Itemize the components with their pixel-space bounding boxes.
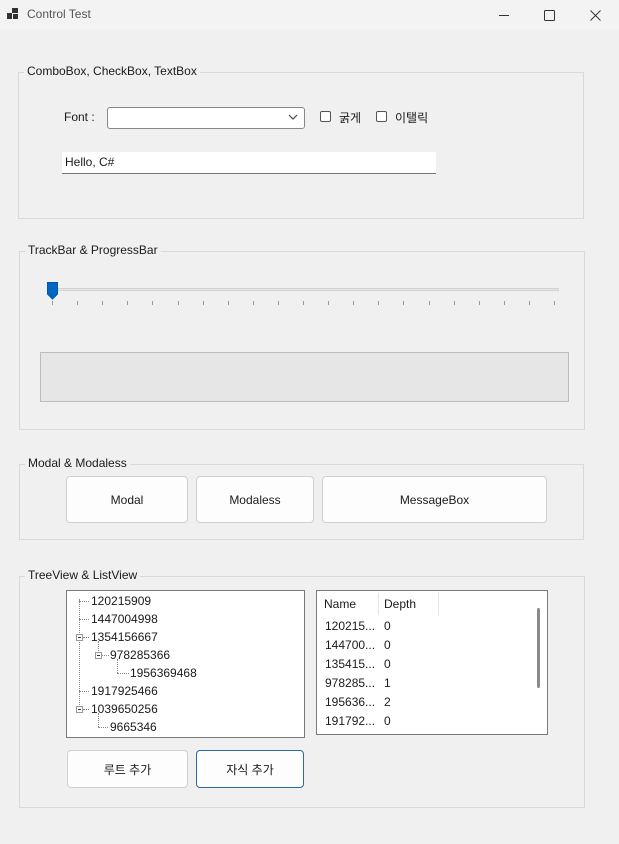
- tree-connector: [83, 709, 89, 710]
- list-item-name[interactable]: 135415...: [325, 657, 375, 671]
- trackbar-tick: [77, 301, 79, 305]
- trackbar-thumb[interactable]: [47, 282, 58, 300]
- minimize-icon: [499, 15, 509, 16]
- tree-node[interactable]: 1917925466: [91, 684, 158, 698]
- trackbar-tick: [277, 301, 279, 305]
- group-title: TrackBar & ProgressBar: [25, 243, 161, 257]
- trackbar-tick: [177, 301, 179, 305]
- tree-connector: [79, 601, 89, 602]
- tree-connector: [117, 673, 129, 674]
- tree-connector: [83, 637, 89, 638]
- trackbar-tick: [52, 301, 53, 305]
- add-root-button[interactable]: 루트 추가: [67, 750, 188, 788]
- trackbar-tick: [428, 301, 430, 305]
- add-child-button[interactable]: 자식 추가: [196, 750, 304, 788]
- checkbox-box[interactable]: [320, 111, 331, 122]
- list-item-depth: 0: [384, 638, 391, 652]
- window-title: Control Test: [27, 7, 91, 21]
- group-title: TreeView & ListView: [25, 568, 141, 582]
- list-item-name[interactable]: 144700...: [325, 638, 375, 652]
- list-item-depth: 1: [384, 676, 391, 690]
- trackbar-tick: [102, 301, 104, 305]
- trackbar-tick: [152, 301, 154, 305]
- maximize-icon: [543, 9, 555, 21]
- tree-connector: [79, 691, 89, 692]
- tree-node[interactable]: 1354156667: [91, 630, 158, 644]
- list-item-name[interactable]: 120215...: [325, 619, 375, 633]
- list-view[interactable]: Name Depth 120215... 0 144700... 0 13541…: [316, 590, 548, 735]
- collapse-icon[interactable]: [76, 706, 83, 713]
- trackbar-tick: [328, 301, 330, 305]
- trackbar-tick: [503, 301, 505, 305]
- tree-node[interactable]: 1956369468: [130, 666, 197, 680]
- trackbar-tick: [478, 301, 480, 305]
- progress-bar: [40, 352, 569, 402]
- column-separator[interactable]: [438, 593, 439, 615]
- tree-connector: [98, 727, 108, 728]
- trackbar-tick: [202, 301, 204, 305]
- text-input[interactable]: Hello, C#: [62, 152, 436, 174]
- column-header-name[interactable]: Name: [324, 597, 356, 611]
- list-item-name[interactable]: 978285...: [325, 676, 375, 690]
- close-button[interactable]: [572, 0, 618, 30]
- trackbar-tick: [227, 301, 229, 305]
- group-title: ComboBox, CheckBox, TextBox: [24, 64, 200, 78]
- list-item-name[interactable]: 195636...: [325, 695, 375, 709]
- trackbar-track[interactable]: [52, 288, 559, 291]
- tree-node[interactable]: 9665346: [110, 720, 157, 734]
- tree-node[interactable]: 120215909: [91, 594, 151, 608]
- modal-button[interactable]: Modal: [66, 476, 188, 523]
- trackbar-tick: [127, 301, 129, 305]
- column-separator[interactable]: [378, 593, 379, 615]
- tree-node[interactable]: 978285366: [110, 648, 170, 662]
- modaless-button[interactable]: Modaless: [196, 476, 314, 523]
- tree-view[interactable]: 120215909 1447004998 1354156667 97828536…: [66, 590, 305, 738]
- trackbar-tick: [528, 301, 530, 305]
- list-item-depth: 0: [384, 619, 391, 633]
- maximize-button[interactable]: [526, 0, 572, 30]
- trackbar-tick: [353, 301, 355, 305]
- tree-connector: [102, 655, 109, 656]
- font-combobox[interactable]: [107, 107, 305, 129]
- list-item-depth: 0: [384, 657, 391, 671]
- group-title: Modal & Modaless: [25, 456, 130, 470]
- group-combobox-checkbox-textbox: [18, 72, 584, 219]
- tree-node[interactable]: 1447004998: [91, 612, 158, 626]
- trackbar-tick: [453, 301, 455, 305]
- collapse-icon[interactable]: [76, 634, 83, 641]
- font-label: Font :: [64, 110, 95, 124]
- trackbar-tick: [303, 301, 304, 305]
- trackbar-tick: [252, 301, 254, 305]
- close-icon: [589, 9, 601, 21]
- italic-checkbox-label: 이탤릭: [395, 111, 429, 125]
- group-trackbar-progressbar: [19, 251, 585, 430]
- messagebox-button[interactable]: MessageBox: [322, 476, 547, 523]
- bold-checkbox-label: 굵게: [339, 111, 362, 125]
- app-icon: [7, 8, 19, 20]
- column-header-depth[interactable]: Depth: [384, 597, 416, 611]
- list-item-depth: 0: [384, 714, 391, 728]
- trackbar-tick: [554, 301, 555, 305]
- tree-connector: [79, 599, 80, 711]
- trackbar-tick: [378, 301, 380, 305]
- tree-node[interactable]: 1039650256: [91, 702, 158, 716]
- chevron-down-icon: [288, 114, 298, 120]
- trackbar-tick: [403, 301, 405, 305]
- title-bar[interactable]: Control Test: [0, 0, 619, 30]
- collapse-icon[interactable]: [95, 652, 102, 659]
- tree-connector: [79, 619, 89, 620]
- checkbox-box[interactable]: [376, 111, 387, 122]
- list-scrollbar[interactable]: [537, 608, 540, 688]
- list-item-depth: 2: [384, 695, 391, 709]
- list-item-name[interactable]: 191792...: [325, 714, 375, 728]
- minimize-button[interactable]: [481, 0, 527, 30]
